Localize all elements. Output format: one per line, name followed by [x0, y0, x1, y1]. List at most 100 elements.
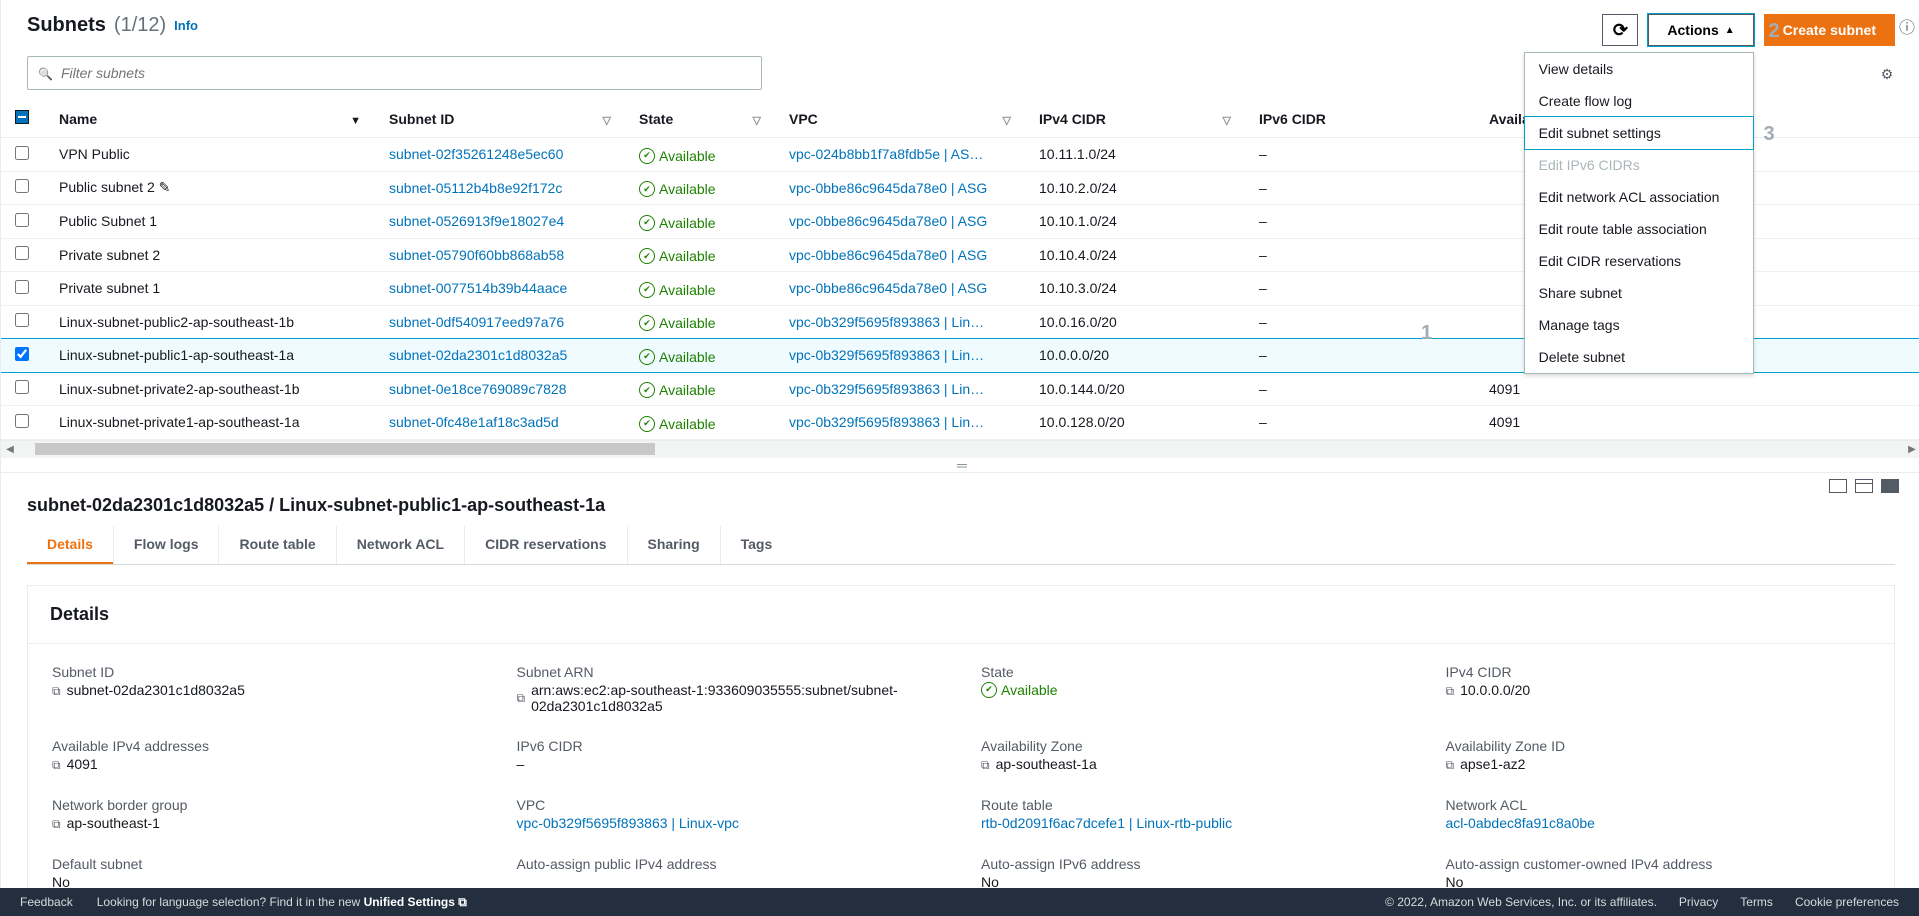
details-card-title: Details [28, 586, 1894, 644]
tab[interactable]: Network ACL [336, 526, 464, 564]
row-checkbox[interactable] [15, 380, 29, 394]
filter-input[interactable] [61, 65, 751, 81]
menu-item[interactable]: Edit network ACL association [1525, 181, 1753, 213]
vpc-link[interactable]: vpc-0bbe86c9645da78e0 | ASG [789, 247, 987, 263]
row-checkbox[interactable] [15, 313, 29, 327]
cell-name: Private subnet 2 [45, 238, 375, 272]
detail-value: 10.0.0.0/20 [1460, 682, 1530, 698]
detail-field: Auto-assign customer-owned IPv4 addressN… [1446, 856, 1871, 890]
subnet-id-link[interactable]: subnet-02f35261248e5ec60 [389, 146, 563, 162]
tab[interactable]: Details [27, 526, 113, 564]
vpc-link[interactable]: vpc-0bbe86c9645da78e0 | ASG [789, 213, 987, 229]
edit-icon[interactable]: ✎ [159, 179, 171, 195]
horizontal-scrollbar[interactable]: ◀ ▶ [1, 440, 1919, 458]
menu-item[interactable]: View details [1525, 53, 1753, 85]
settings-button[interactable] [1873, 60, 1901, 88]
detail-link[interactable]: rtb-0d2091f6ac7dcefe1 | Linux-rtb-public [981, 815, 1232, 831]
menu-item[interactable]: Edit route table association [1525, 213, 1753, 245]
subnet-id-link[interactable]: subnet-0077514b39b44aace [389, 280, 567, 296]
feedback-link[interactable]: Feedback [20, 895, 73, 909]
copy-icon[interactable] [1446, 756, 1455, 773]
subnet-id-link[interactable]: subnet-0fc48e1af18c3ad5d [389, 414, 559, 430]
sort-icon[interactable] [350, 111, 361, 127]
row-checkbox[interactable] [15, 246, 29, 260]
menu-item[interactable]: Delete subnet [1525, 341, 1753, 373]
row-checkbox[interactable] [15, 146, 29, 160]
terms-link[interactable]: Terms [1740, 895, 1773, 909]
info-link[interactable]: Info [174, 18, 198, 33]
row-checkbox[interactable] [15, 280, 29, 294]
state-badge: Available [639, 416, 716, 432]
copy-icon[interactable] [1446, 682, 1455, 699]
filter-box[interactable] [27, 56, 762, 90]
tab[interactable]: Tags [720, 526, 793, 564]
vpc-link[interactable]: vpc-0b329f5695f893863 | Lin… [789, 381, 984, 397]
scroll-right-icon[interactable]: ▶ [1903, 444, 1919, 455]
info-icon[interactable] [1899, 14, 1915, 38]
copy-icon[interactable] [517, 689, 526, 706]
sort-icon[interactable] [1003, 111, 1011, 127]
vpc-link[interactable]: vpc-024b8bb1f7a8fdb5e | AS… [789, 146, 983, 162]
scroll-left-icon[interactable]: ◀ [1, 444, 19, 455]
row-checkbox[interactable] [15, 414, 29, 428]
sort-icon[interactable] [753, 111, 761, 127]
vpc-link[interactable]: vpc-0b329f5695f893863 | Lin… [789, 414, 984, 430]
cell-ipv6: – [1245, 171, 1475, 205]
subnet-id-link[interactable]: subnet-02da2301c1d8032a5 [389, 347, 567, 363]
row-checkbox[interactable] [15, 213, 29, 227]
cookie-link[interactable]: Cookie preferences [1795, 895, 1899, 909]
vpc-link[interactable]: vpc-0bbe86c9645da78e0 | ASG [789, 280, 987, 296]
privacy-link[interactable]: Privacy [1679, 895, 1718, 909]
subnet-id-link[interactable]: subnet-0526913f9e18027e4 [389, 213, 564, 229]
copy-icon[interactable] [981, 756, 990, 773]
sort-icon[interactable] [603, 111, 611, 127]
vpc-link[interactable]: vpc-0bbe86c9645da78e0 | ASG [789, 180, 987, 196]
create-subnet-button[interactable]: Create subnet [1764, 14, 1895, 46]
pane-bottom-icon[interactable] [1829, 479, 1847, 493]
select-all-checkbox[interactable] [15, 110, 29, 124]
menu-item[interactable]: Manage tags [1525, 309, 1753, 341]
tab[interactable]: Route table [218, 526, 335, 564]
actions-button[interactable]: Actions ▲ [1648, 14, 1753, 46]
detail-value: ap-southeast-1 [67, 815, 160, 831]
gear-icon [1881, 67, 1894, 82]
detail-link[interactable]: vpc-0b329f5695f893863 | Linux-vpc [517, 815, 739, 831]
row-checkbox[interactable] [15, 347, 29, 361]
copy-icon[interactable] [52, 682, 61, 699]
state-badge: Available [639, 181, 716, 197]
menu-item[interactable]: Edit subnet settings3 [1525, 117, 1753, 149]
refresh-icon [1613, 20, 1628, 41]
refresh-button[interactable] [1602, 14, 1638, 46]
cell-ipv6: – [1245, 305, 1475, 339]
unified-settings-link[interactable]: Unified Settings [364, 895, 467, 909]
detail-link[interactable]: acl-0abdec8fa91c8a0be [1446, 815, 1595, 831]
pane-split-icon[interactable] [1855, 479, 1873, 493]
tab[interactable]: Flow logs [113, 526, 219, 564]
subnet-id-link[interactable]: subnet-0df540917eed97a76 [389, 314, 564, 330]
scroll-thumb[interactable] [35, 443, 655, 455]
table-row[interactable]: Linux-subnet-private2-ap-southeast-1bsub… [1, 372, 1919, 406]
field-label: Availability Zone ID [1446, 738, 1871, 754]
external-link-icon [458, 895, 467, 909]
subnet-id-link[interactable]: subnet-05112b4b8e92f172c [389, 180, 562, 196]
tab[interactable]: Sharing [627, 526, 720, 564]
subnet-id-link[interactable]: subnet-05790f60bb868ab58 [389, 247, 564, 263]
cell-avail: 4091 [1475, 372, 1919, 406]
subnet-id-link[interactable]: subnet-0e18ce769089c7828 [389, 381, 567, 397]
cell-ipv6: – [1245, 406, 1475, 440]
menu-item[interactable]: Create flow log [1525, 85, 1753, 117]
menu-item[interactable]: Edit CIDR reservations [1525, 245, 1753, 277]
pane-full-icon[interactable] [1881, 479, 1899, 493]
vpc-link[interactable]: vpc-0b329f5695f893863 | Lin… [789, 314, 984, 330]
row-checkbox[interactable] [15, 179, 29, 193]
field-label: Available IPv4 addresses [52, 738, 477, 754]
table-row[interactable]: Linux-subnet-private1-ap-southeast-1asub… [1, 406, 1919, 440]
menu-item[interactable]: Share subnet [1525, 277, 1753, 309]
splitter[interactable] [1, 458, 1919, 472]
sort-icon[interactable] [1223, 111, 1231, 127]
vpc-link[interactable]: vpc-0b329f5695f893863 | Lin… [789, 347, 984, 363]
copy-icon[interactable] [52, 756, 61, 773]
copy-icon[interactable] [52, 815, 61, 832]
field-label: VPC [517, 797, 942, 813]
tab[interactable]: CIDR reservations [464, 526, 626, 564]
